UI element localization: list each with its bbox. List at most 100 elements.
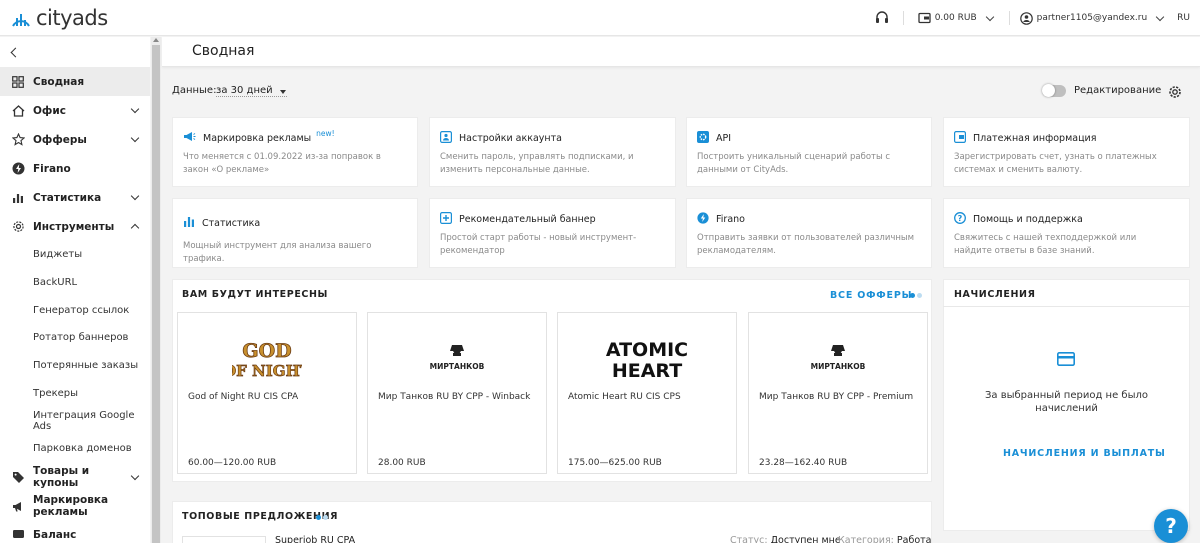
balance-dropdown[interactable]: 0.00 RUB	[918, 12, 999, 24]
divider	[902, 11, 904, 25]
gear-square-icon	[697, 131, 709, 146]
grid-icon	[11, 75, 25, 89]
card-title: Настройки аккаунта	[459, 133, 562, 144]
offer-price: 60.00—120.00 RUB	[188, 458, 277, 468]
card-title: Помощь и поддержка	[973, 214, 1083, 225]
card-title: Статистика	[202, 217, 261, 229]
sidebar-item-goods-coupons[interactable]: Товары и купоны	[0, 463, 150, 492]
card-statistics[interactable]: Статистика Мощный инструмент для анализа…	[172, 198, 418, 268]
language-selector[interactable]: RU	[1177, 13, 1190, 23]
scrollbar-thumb[interactable]	[152, 45, 160, 543]
lightning-icon	[11, 162, 25, 176]
top-offers-title: ТОПОВЫЕ ПРЕДЛОЖЕНИЯ	[182, 511, 339, 522]
sidebar-item-statistics[interactable]: Статистика	[0, 183, 150, 212]
tag-icon	[11, 470, 25, 484]
offer-logo: ATOMIC HEART	[558, 328, 736, 388]
card-title: Маркировка рекламы	[203, 132, 312, 144]
status-value: Доступен мне	[770, 535, 841, 543]
plus-square-icon	[440, 212, 453, 227]
sidebar-item-tools[interactable]: Инструменты	[0, 212, 150, 241]
sidebar-subitem-link-generator[interactable]: Генератор ссылок	[0, 296, 150, 324]
sidebar-item-office[interactable]: Офис	[0, 96, 150, 125]
offer-card[interactable]: МИРТАНКОВ Мир Танков RU BY CPP - Premium…	[748, 312, 928, 474]
new-badge: new!	[316, 128, 335, 138]
credit-card-icon	[1057, 351, 1075, 370]
settings-gear-icon[interactable]	[1168, 84, 1182, 98]
offer-logo: МИРТАНКОВ	[368, 328, 546, 388]
card-account-settings[interactable]: Настройки аккаунта Сменить пароль, управ…	[429, 117, 676, 187]
logo-bars-icon	[12, 14, 30, 27]
card-payment-info[interactable]: Платежная информация Зарегистрировать сч…	[943, 117, 1190, 187]
headset-icon	[875, 11, 888, 23]
sidebar-item-label: Товары и купоны	[33, 465, 90, 489]
logo-text: cityads	[36, 6, 108, 30]
offer-price: 28.00 RUB	[378, 458, 426, 468]
support-button[interactable]	[875, 11, 889, 25]
sidebar-scrollbar[interactable]	[151, 37, 161, 543]
offer-name: Мир Танков RU BY CPP - Winback	[378, 392, 531, 402]
carousel-dot[interactable]	[323, 515, 328, 520]
card-ad-marking[interactable]: Маркировка рекламы new! Что меняется с 0…	[172, 117, 418, 187]
offer-name: Мир Танков RU BY CPP - Premium	[759, 392, 914, 402]
offer-name: God of Night RU CIS CPA	[188, 392, 299, 402]
carousel-dot[interactable]	[917, 293, 922, 298]
offer-card[interactable]: ATOMIC HEART Atomic Heart RU CIS CPS 175…	[557, 312, 737, 474]
period-dropdown[interactable]: за 30 дней	[216, 85, 287, 97]
sidebar-item-offers[interactable]: Офферы	[0, 125, 150, 154]
card-firano[interactable]: Firano Отправить заявки от пользователей…	[686, 198, 932, 268]
megaphone-icon	[183, 131, 196, 145]
card-description: Зарегистрировать счет, узнать о платежны…	[954, 152, 1157, 175]
help-chat-button[interactable]: ?	[1154, 509, 1188, 543]
offer-price: 23.28—162.40 RUB	[759, 458, 848, 468]
sidebar-item-firano[interactable]: Firano	[0, 154, 150, 183]
carousel-dot-active[interactable]	[316, 515, 321, 520]
charges-payments-link[interactable]: НАЧИСЛЕНИЯ И ВЫПЛАТЫ	[1003, 448, 1166, 459]
chevron-down-icon	[130, 104, 140, 114]
user-settings-icon	[440, 131, 453, 146]
user-menu[interactable]: partner1105@yandex.ru	[1019, 11, 1170, 25]
chevron-left-icon	[10, 47, 21, 57]
card-description: Отправить заявки от пользователей различ…	[697, 233, 915, 256]
svg-text:МИРТАНКОВ: МИРТАНКОВ	[430, 362, 485, 371]
all-offers-link[interactable]: ВСЕ ОФФЕРЫ	[830, 290, 912, 301]
chevron-down-icon	[130, 191, 140, 201]
top-bar: cityads 0.00 RUB partner1105@yandex.ru R…	[0, 0, 1200, 36]
sidebar-subitem-banner-rotator[interactable]: Ротатор баннеров	[0, 324, 150, 352]
top-offer-category: Категория: Работа	[838, 535, 931, 543]
offer-logo: GOD OF NIGHT	[178, 328, 356, 388]
status-label: Статус:	[730, 535, 768, 543]
page-header: Сводная	[162, 37, 1200, 67]
sidebar-subitem-domain-parking[interactable]: Парковка доменов	[0, 435, 150, 463]
edit-toggle-label: Редактирование	[1074, 85, 1162, 96]
bar-chart-icon	[11, 191, 25, 205]
card-recommendation-banner[interactable]: Рекомендательный баннер Простой старт ра…	[429, 198, 676, 268]
carousel-dot-active[interactable]	[910, 293, 915, 298]
star-icon	[11, 133, 25, 147]
charges-title: НАЧИСЛЕНИЯ	[954, 289, 1036, 300]
lightning-icon	[697, 212, 709, 227]
offer-thumb	[182, 536, 266, 543]
sidebar-item-balance[interactable]: Баланс	[0, 521, 150, 541]
sidebar-subitem-google-ads[interactable]: Интеграция Google Ads	[0, 407, 150, 435]
page-title: Сводная	[192, 43, 255, 59]
edit-toggle[interactable]	[1042, 84, 1066, 97]
offer-card[interactable]: МИРТАНКОВ Мир Танков RU BY CPP - Winback…	[367, 312, 547, 474]
divider	[943, 306, 1190, 307]
top-offer-name[interactable]: Superjob RU CPA	[275, 535, 355, 543]
sidebar-subitem-widgets[interactable]: Виджеты	[0, 241, 150, 269]
card-description: Свяжитесь с нашей техподдержкой или найд…	[954, 233, 1137, 256]
sidebar-subitem-lost-orders[interactable]: Потерянные заказы	[0, 352, 150, 380]
sidebar-subitem-trackers[interactable]: Трекеры	[0, 379, 150, 407]
card-help-support[interactable]: ? Помощь и поддержка Свяжитесь с нашей т…	[943, 198, 1190, 268]
sidebar-item-ad-marking[interactable]: Маркировка рекламы	[0, 492, 150, 521]
sidebar-item-summary[interactable]: Сводная	[0, 67, 150, 96]
gear-icon	[11, 220, 25, 234]
sidebar-item-label: Офис	[33, 104, 66, 117]
logo[interactable]: cityads	[10, 6, 108, 30]
offer-card[interactable]: GOD OF NIGHT God of Night RU CIS CPA 60.…	[177, 312, 357, 474]
sidebar-collapse-button[interactable]	[0, 37, 150, 67]
sidebar-subitem-backurl[interactable]: BackURL	[0, 269, 150, 297]
chevron-up-icon	[130, 223, 140, 233]
card-api[interactable]: API Построить уникальный сценарий работы…	[686, 117, 932, 187]
scroll-up-arrow[interactable]	[153, 38, 159, 42]
